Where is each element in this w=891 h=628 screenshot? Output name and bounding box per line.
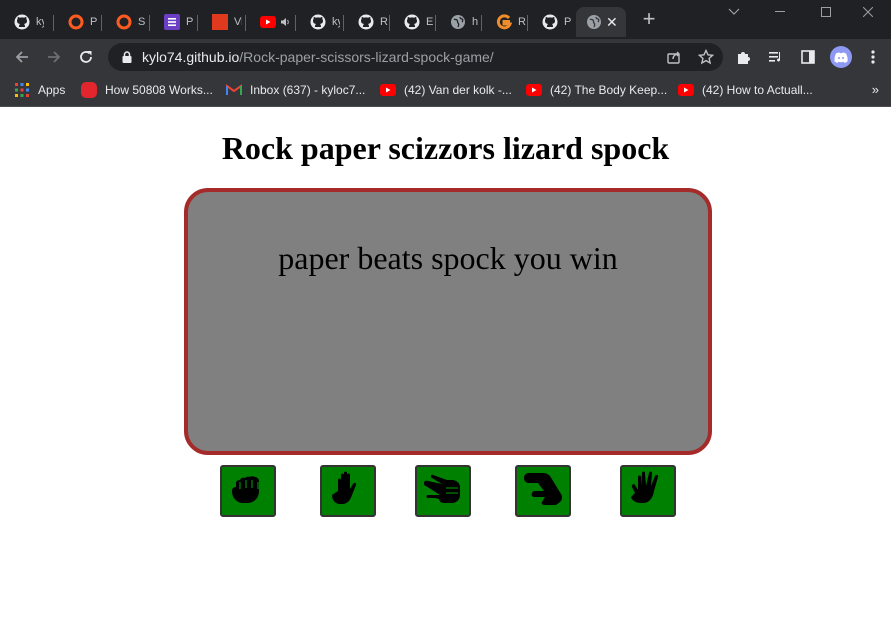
reload-icon[interactable] <box>74 45 98 69</box>
hand-spock-icon <box>629 469 667 514</box>
browser-tab[interactable]: ky <box>296 7 344 37</box>
browser-tab[interactable] <box>246 7 296 37</box>
media-control-icon[interactable] <box>766 47 786 67</box>
address-bar[interactable]: kylo74.github.io/Rock-paper-scissors-liz… <box>108 43 723 71</box>
tab-label: R <box>518 16 526 28</box>
lock-icon[interactable] <box>120 50 134 64</box>
lizard-button[interactable] <box>515 465 571 517</box>
browser-tab-active[interactable]: ✕ <box>576 7 626 37</box>
tab-label: Pr <box>90 16 98 28</box>
opera-icon <box>68 14 84 30</box>
close-tab-icon[interactable]: ✕ <box>606 14 618 31</box>
page-content: Rock paper scizzors lizard spock paper b… <box>0 107 891 628</box>
browser-tab[interactable]: E <box>390 7 436 37</box>
bookmark-label: How 50808 Works... <box>105 83 213 97</box>
forward-arrow-icon[interactable] <box>42 45 66 69</box>
hand-scissors-icon <box>422 474 464 509</box>
browser-tab[interactable]: R <box>344 7 390 37</box>
youtube-icon <box>678 82 694 98</box>
browser-tab[interactable]: P <box>528 7 576 37</box>
back-arrow-icon[interactable] <box>10 45 34 69</box>
opera-icon <box>116 14 132 30</box>
tab-label: Pr <box>186 16 194 28</box>
tab-label: ky <box>36 16 44 28</box>
youtube-icon <box>526 82 542 98</box>
red-circle-icon <box>81 82 97 98</box>
browser-tab[interactable]: Pr <box>150 7 198 37</box>
more-bookmarks-chevron-icon[interactable]: » <box>872 82 879 97</box>
new-tab-button[interactable]: + <box>638 8 660 30</box>
hand-rock-icon <box>228 471 268 512</box>
browser-toolbar: kylo74.github.io/Rock-paper-scissors-liz… <box>0 39 891 75</box>
globe-icon <box>450 14 466 30</box>
maximize-icon[interactable] <box>803 0 849 24</box>
bookmark-item[interactable]: How 50808 Works... <box>81 81 213 99</box>
tab-search-icon[interactable] <box>711 0 757 24</box>
window-close-icon[interactable] <box>845 0 891 24</box>
tab-label: h <box>472 16 479 28</box>
gmail-icon <box>226 82 242 98</box>
url-text: kylo74.github.io/Rock-paper-scissors-liz… <box>142 49 494 65</box>
tab-label: R <box>380 16 388 28</box>
rock-button[interactable] <box>220 465 276 517</box>
github-icon <box>358 14 374 30</box>
browser-tab[interactable]: ky <box>0 7 54 37</box>
bookmark-label: Apps <box>38 83 66 97</box>
result-board: paper beats spock you win <box>184 188 712 455</box>
bookmark-label: (42) The Body Keep... <box>550 83 668 97</box>
scissors-button[interactable] <box>415 465 471 517</box>
apps-grid-icon <box>14 82 30 98</box>
spock-button[interactable] <box>620 465 676 517</box>
tab-label: ky <box>332 16 340 28</box>
g-icon <box>496 14 512 30</box>
speaker-icon[interactable] <box>280 17 290 27</box>
github-icon <box>404 14 420 30</box>
youtube-icon <box>380 82 396 98</box>
bookmark-item[interactable]: (42) How to Actuall... <box>678 81 813 99</box>
hand-paper-icon <box>331 469 365 514</box>
tab-label: E <box>426 16 434 28</box>
extensions-puzzle-icon[interactable] <box>734 47 754 67</box>
page-title: Rock paper scizzors lizard spock <box>221 130 670 166</box>
bookmark-label: Inbox (637) - kyloc7... <box>250 83 366 97</box>
url-host: kylo74.github.io <box>142 49 240 65</box>
list-icon <box>164 14 180 30</box>
tab-label: P <box>564 16 572 28</box>
paper-button[interactable] <box>320 465 376 517</box>
tab-label: Si <box>138 16 146 28</box>
tab-strip: ky Pr Si Pr Vi ky R E <box>0 0 891 39</box>
discord-profile-avatar[interactable] <box>830 46 852 68</box>
side-panel-icon[interactable] <box>798 47 818 67</box>
bookmark-apps[interactable]: Apps <box>14 81 65 99</box>
tab-label: Vi <box>234 16 242 28</box>
github-icon <box>14 14 30 30</box>
browser-tab[interactable]: Pr <box>54 7 102 37</box>
bookmark-label: (42) How to Actuall... <box>702 83 813 97</box>
globe-icon <box>586 14 602 30</box>
bookmark-item[interactable]: (42) The Body Keep... <box>526 81 667 99</box>
browser-tab[interactable]: Vi <box>198 7 246 37</box>
youtube-icon <box>260 14 276 30</box>
bookmark-label: (42) Van der kolk -... <box>404 83 512 97</box>
github-icon <box>310 14 326 30</box>
github-icon <box>542 14 558 30</box>
red-square-icon <box>212 14 228 30</box>
bookmark-item[interactable]: Inbox (637) - kyloc7... <box>226 81 365 99</box>
bookmarks-bar: Apps How 50808 Works... Inbox (637) - ky… <box>0 75 891 107</box>
bookmark-star-icon[interactable] <box>696 47 716 67</box>
browser-tab[interactable]: R <box>482 7 528 37</box>
result-text: paper beats spock you win <box>278 240 618 276</box>
menu-kebab-icon[interactable] <box>863 47 883 67</box>
browser-tab[interactable]: h <box>436 7 482 37</box>
url-path: /Rock-paper-scissors-lizard-spock-game/ <box>239 49 494 65</box>
minimize-icon[interactable] <box>757 0 803 24</box>
hand-lizard-icon <box>522 472 564 511</box>
share-icon[interactable] <box>664 47 684 67</box>
browser-tab[interactable]: Si <box>102 7 150 37</box>
bookmark-item[interactable]: (42) Van der kolk -... <box>380 81 512 99</box>
